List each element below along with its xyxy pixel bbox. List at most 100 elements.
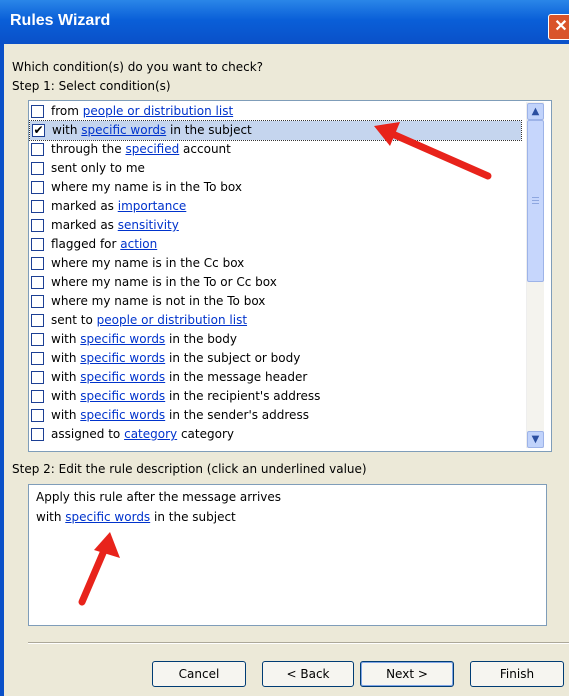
condition-link[interactable]: specific words [80, 332, 165, 346]
thumb-grip [532, 200, 539, 201]
next-button[interactable]: Next > [360, 661, 454, 687]
condition-row[interactable]: assigned to category category [29, 425, 529, 444]
back-button[interactable]: < Back [262, 661, 354, 687]
condition-label: with specific words in the message heade… [51, 370, 307, 384]
condition-prefix: where my name is in the To or Cc box [51, 275, 277, 289]
condition-row[interactable]: marked as sensitivity [29, 216, 529, 235]
condition-checkbox[interactable] [31, 428, 44, 441]
scroll-up-icon[interactable]: ▲ [527, 103, 544, 120]
condition-checkbox[interactable] [31, 371, 44, 384]
condition-link[interactable]: specified [125, 142, 179, 156]
conditions-question: Which condition(s) do you want to check? [12, 60, 264, 74]
button-separator [28, 642, 569, 644]
condition-label: with specific words in the subject or bo… [51, 351, 300, 365]
condition-link[interactable]: specific words [81, 123, 166, 137]
condition-link[interactable]: category [124, 427, 177, 441]
condition-prefix: through the [51, 142, 126, 156]
condition-row[interactable]: where my name is in the To box [29, 178, 529, 197]
condition-suffix: in the message header [165, 370, 308, 384]
specific-words-link[interactable]: specific words [65, 510, 150, 524]
condition-suffix: category [177, 427, 234, 441]
condition-prefix: marked as [51, 218, 118, 232]
condition-checkbox[interactable] [31, 257, 44, 270]
condition-row[interactable]: ✔ with specific words in the subject [29, 120, 522, 141]
condition-link[interactable]: specific words [80, 408, 165, 422]
condition-suffix: in the body [165, 332, 237, 346]
condition-prefix: sent only to me [51, 161, 145, 175]
condition-row[interactable]: through the specified account [29, 140, 529, 159]
condition-link[interactable]: specific words [80, 389, 165, 403]
condition-row[interactable]: with specific words in the recipient's a… [29, 387, 529, 406]
condition-checkbox[interactable] [31, 162, 44, 175]
condition-prefix: with [51, 332, 81, 346]
condition-link[interactable]: people or distribution list [97, 313, 247, 327]
condition-link[interactable]: importance [118, 199, 187, 213]
condition-row[interactable]: with specific words in the subject or bo… [29, 349, 529, 368]
condition-prefix: where my name is in the To box [51, 180, 242, 194]
condition-prefix: assigned to [51, 427, 125, 441]
condition-label: where my name is not in the To box [51, 294, 265, 308]
condition-link[interactable]: people or distribution list [83, 104, 233, 118]
condition-row[interactable]: where my name is not in the To box [29, 292, 529, 311]
conditions-listbox[interactable]: from people or distribution list ✔ with sp… [28, 100, 552, 452]
condition-row[interactable]: with specific words in the body [29, 330, 529, 349]
condition-label: where my name is in the To box [51, 180, 242, 194]
condition-prefix: flagged for [51, 237, 121, 251]
cancel-button[interactable]: Cancel [152, 661, 246, 687]
condition-checkbox[interactable] [31, 295, 44, 308]
close-icon[interactable]: ✕ [548, 14, 569, 40]
condition-prefix: where my name is not in the To box [51, 294, 266, 308]
condition-link[interactable]: sensitivity [118, 218, 179, 232]
condition-checkbox[interactable] [31, 105, 44, 118]
condition-label: where my name is in the Cc box [51, 256, 244, 270]
condition-label: flagged for action [51, 237, 157, 251]
condition-prefix: from [51, 104, 83, 118]
description-line-2: with specific words in the subject [36, 510, 236, 524]
condition-checkbox[interactable] [31, 390, 44, 403]
window-title: Rules Wizard [10, 12, 111, 29]
condition-prefix: with [52, 123, 82, 137]
condition-prefix: sent to [51, 313, 97, 327]
rules-wizard-window: Rules Wizard ✕ Which condition(s) do you… [0, 0, 569, 696]
condition-checkbox[interactable] [31, 200, 44, 213]
condition-checkbox[interactable] [31, 181, 44, 194]
scroll-down-icon[interactable]: ▼ [527, 431, 544, 448]
condition-checkbox[interactable]: ✔ [32, 124, 45, 137]
condition-checkbox[interactable] [31, 238, 44, 251]
condition-checkbox[interactable] [31, 409, 44, 422]
condition-suffix: in the subject or body [165, 351, 301, 365]
condition-row[interactable]: where my name is in the Cc box [29, 254, 529, 273]
condition-row[interactable]: from people or distribution list [29, 102, 529, 121]
condition-suffix: account [179, 142, 231, 156]
condition-label: with specific words in the subject [52, 123, 252, 137]
condition-checkbox[interactable] [31, 333, 44, 346]
condition-checkbox[interactable] [31, 219, 44, 232]
condition-link[interactable]: action [120, 237, 157, 251]
condition-row[interactable]: with specific words in the sender's addr… [29, 406, 529, 425]
description-suffix: in the subject [150, 510, 236, 524]
condition-checkbox[interactable] [31, 143, 44, 156]
vertical-scrollbar[interactable]: ▲ ▼ [526, 102, 544, 448]
condition-label: sent only to me [51, 161, 145, 175]
condition-label: through the specified account [51, 142, 231, 156]
condition-link[interactable]: specific words [80, 351, 165, 365]
condition-checkbox[interactable] [31, 352, 44, 365]
condition-link[interactable]: specific words [80, 370, 165, 384]
condition-row[interactable]: marked as importance [29, 197, 529, 216]
condition-row[interactable]: flagged for action [29, 235, 529, 254]
title-bar: Rules Wizard ✕ [0, 0, 569, 44]
condition-checkbox[interactable] [31, 276, 44, 289]
condition-prefix: with [51, 408, 81, 422]
condition-row[interactable]: with specific words in the message heade… [29, 368, 529, 387]
finish-button[interactable]: Finish [470, 661, 564, 687]
thumb-grip [532, 197, 539, 198]
condition-checkbox[interactable] [31, 314, 44, 327]
condition-row[interactable]: sent to people or distribution list [29, 311, 529, 330]
condition-label: from people or distribution list [51, 104, 233, 118]
condition-label: assigned to category category [51, 427, 234, 441]
condition-label: with specific words in the recipient's a… [51, 389, 320, 403]
rule-description-box: Apply this rule after the message arrive… [28, 484, 547, 626]
condition-row[interactable]: where my name is in the To or Cc box [29, 273, 529, 292]
scroll-thumb[interactable] [527, 120, 544, 282]
condition-row[interactable]: sent only to me [29, 159, 529, 178]
